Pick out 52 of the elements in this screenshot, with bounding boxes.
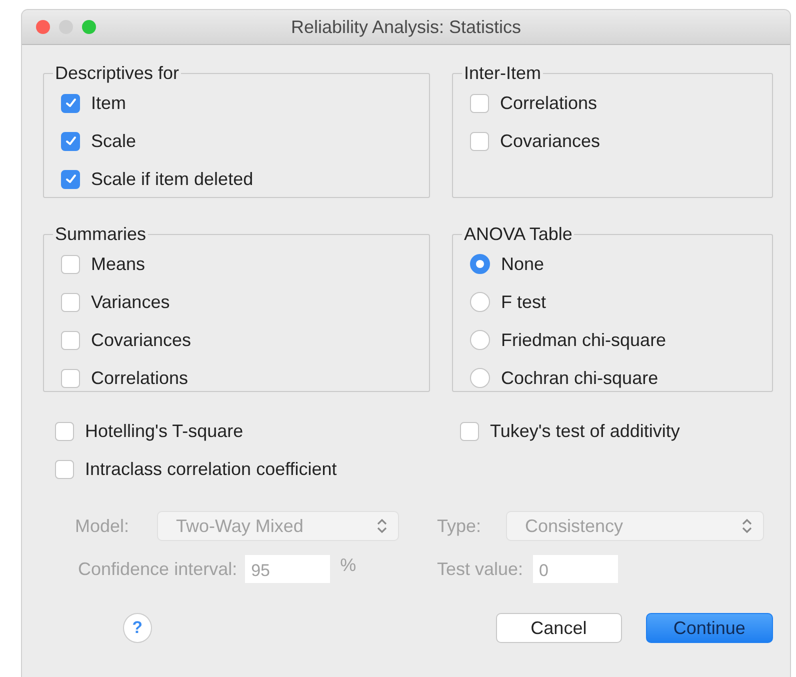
checkbox[interactable]: [460, 422, 479, 440]
checkbox[interactable]: [55, 460, 74, 478]
chevron-icon: [741, 517, 753, 535]
checkbox[interactable]: [61, 170, 80, 188]
radio-label: Friedman chi-square: [501, 330, 666, 350]
checkbox-label: Item: [91, 92, 126, 114]
close-button[interactable]: [36, 20, 50, 34]
radio-button[interactable]: [470, 368, 490, 388]
checkbox[interactable]: [61, 94, 80, 112]
group-title: Summaries: [54, 224, 148, 245]
field-label: Type:: [437, 516, 482, 536]
window-title: Reliability Analysis: Statistics: [290, 16, 522, 36]
checkbox-label: Tukey's test of additivity: [490, 420, 680, 442]
radio-button[interactable]: [470, 330, 490, 350]
checkbox-label: Covariances: [500, 130, 600, 152]
unit-label: %: [340, 554, 356, 576]
checkbox[interactable]: [61, 292, 80, 312]
checkbox[interactable]: [61, 368, 80, 388]
checkbox[interactable]: [61, 254, 80, 274]
check-icon: [64, 97, 76, 109]
zoom-button[interactable]: [82, 20, 96, 34]
check-icon: [64, 135, 76, 147]
button[interactable]: Cancel: [496, 613, 622, 643]
check-icon: [64, 173, 76, 185]
checkbox-label: Hotelling's T-square: [85, 420, 244, 442]
checkbox-label: Correlations: [91, 368, 188, 388]
checkbox[interactable]: [55, 422, 74, 440]
field-label: Confidence interval:: [78, 558, 238, 580]
group-title: ANOVA Table: [463, 224, 574, 245]
radio-label: None: [501, 254, 544, 274]
radio-button[interactable]: [470, 254, 490, 274]
chevron-icon: [376, 517, 388, 535]
group-title: Inter-Item: [463, 63, 542, 84]
help-button[interactable]: ?: [123, 613, 152, 643]
field-label: Test value:: [437, 558, 524, 580]
default-button[interactable]: Continue: [646, 613, 774, 643]
checkbox-label: Covariances: [91, 330, 192, 350]
radio-label: F test: [501, 292, 546, 312]
checkbox-label: Intraclass correlation coefficient: [85, 458, 337, 480]
radio-label: Cochran chi-square: [501, 368, 658, 388]
checkbox-label: Variances: [91, 292, 170, 312]
group-title: Descriptives for: [54, 63, 180, 84]
checkbox[interactable]: [61, 330, 80, 350]
checkbox[interactable]: [470, 94, 489, 112]
field-label: Model:: [75, 516, 130, 536]
checkbox[interactable]: [61, 132, 80, 150]
checkbox-label: Scale if item deleted: [91, 168, 254, 190]
radio-button[interactable]: [470, 292, 490, 312]
checkbox-label: Means: [91, 254, 146, 274]
checkbox-label: Correlations: [500, 92, 598, 114]
checkbox-label: Scale: [91, 130, 136, 152]
checkbox[interactable]: [470, 132, 489, 150]
